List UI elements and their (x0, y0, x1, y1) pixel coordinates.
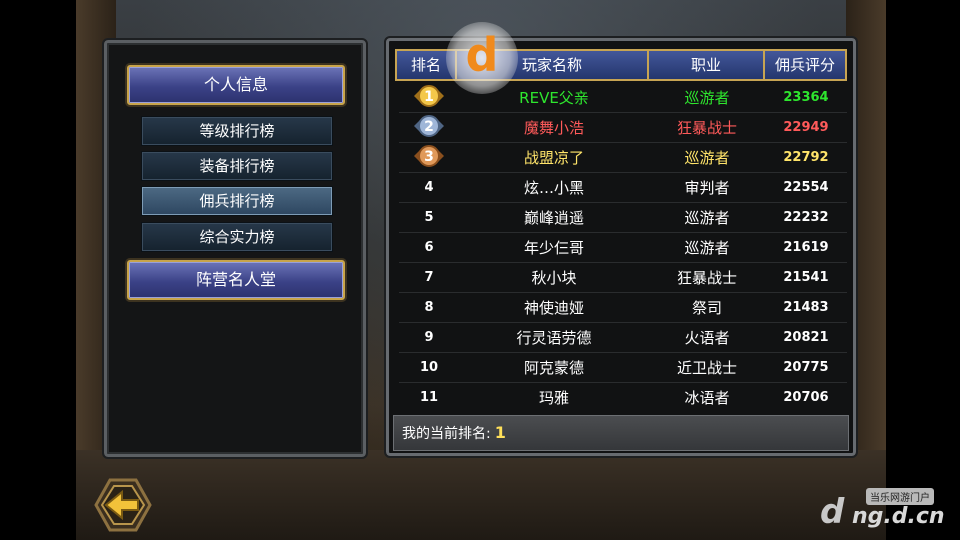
job-cell: 巡游者 (684, 89, 730, 107)
job-cell: 狂暴战士 (676, 269, 737, 287)
score-cell: 23364 (783, 90, 829, 105)
svg-text:1: 1 (424, 89, 434, 105)
svg-text:3: 3 (424, 149, 434, 165)
score-cell: 20775 (783, 360, 829, 375)
player-name-cell: 玛雅 (538, 389, 569, 407)
my-rank-label: 我的当前排名: (402, 426, 491, 442)
player-name-cell: 战盟凉了 (523, 149, 584, 167)
rank-medal-icon: 2 (412, 114, 446, 137)
rank-cell: 1 (399, 84, 459, 111)
job-cell: 冰语者 (684, 389, 730, 407)
job-cell: 巡游者 (684, 239, 730, 257)
player-name-cell: 年少仨哥 (523, 239, 584, 257)
score-cell: 21483 (783, 300, 829, 315)
merc-rank-tab[interactable]: 佣兵排行榜 (141, 186, 333, 216)
back-arrow-button[interactable] (92, 476, 154, 534)
personal-info-button[interactable]: 个人信息 (127, 65, 345, 105)
table-row[interactable]: 7 秋小块 狂暴战士 21541 (399, 263, 847, 293)
table-row[interactable]: 2 魔舞小浩 狂暴战士 22949 (399, 113, 847, 143)
job-cell: 狂暴战士 (676, 119, 737, 137)
rank-cell: 11 (419, 390, 439, 405)
rank-medal-icon: 1 (412, 84, 446, 107)
site-logo-icon: d (446, 22, 518, 94)
header-job: 职业 (649, 51, 765, 79)
player-name-cell: 阿克蒙德 (523, 359, 584, 377)
player-name-cell: 巅峰逍遥 (523, 209, 584, 227)
score-cell: 20821 (783, 330, 829, 345)
watermark-tag: 当乐网游门户 (866, 488, 934, 505)
hall-of-fame-button[interactable]: 阵营名人堂 (127, 260, 345, 300)
table-row[interactable]: 5 巅峰逍遥 巡游者 22232 (399, 203, 847, 233)
score-cell: 20706 (783, 390, 829, 405)
table-row[interactable]: 11 玛雅 冰语者 20706 (399, 383, 847, 411)
score-cell: 22554 (783, 180, 829, 195)
table-row[interactable]: 6 年少仨哥 巡游者 21619 (399, 233, 847, 263)
svg-text:2: 2 (424, 119, 434, 135)
score-cell: 22949 (783, 120, 829, 135)
equip-rank-tab[interactable]: 装备排行榜 (141, 151, 333, 181)
job-cell: 审判者 (684, 179, 730, 197)
job-cell: 巡游者 (684, 149, 730, 167)
player-name-cell: 炫…小黑 (523, 179, 584, 197)
job-cell: 祭司 (691, 299, 722, 317)
rank-cell: 9 (424, 330, 434, 345)
player-name-cell: 神使迪娅 (523, 299, 584, 317)
rank-medal-icon: 3 (412, 144, 446, 167)
player-name-cell: 魔舞小浩 (523, 119, 584, 137)
watermark-d-icon: d (820, 492, 845, 532)
table-row[interactable]: 3 战盟凉了 巡游者 22792 (399, 143, 847, 173)
job-cell: 巡游者 (684, 209, 730, 227)
background-ground (76, 450, 886, 540)
player-name-cell: 行灵语劳德 (516, 329, 592, 347)
job-cell: 火语者 (684, 329, 730, 347)
rank-cell: 3 (399, 144, 459, 171)
rank-cell: 4 (424, 180, 434, 195)
watermark-url: ng.d.cn (852, 504, 945, 529)
my-rank-bar: 我的当前排名: 1 (393, 415, 849, 451)
score-cell: 22792 (783, 150, 829, 165)
watermark: d 当乐网游门户 ng.d.cn (816, 486, 946, 536)
ranking-list[interactable]: 1 REVE父亲 巡游者 23364 2 魔舞小浩 狂暴战士 22949 3 战盟凉了 巡游者 227… (399, 83, 847, 411)
table-row[interactable]: 10 阿克蒙德 近卫战士 20775 (399, 353, 847, 383)
rank-cell: 6 (424, 240, 434, 255)
table-row[interactable]: 9 行灵语劳德 火语者 20821 (399, 323, 847, 353)
rank-cell: 8 (424, 300, 434, 315)
header-merc-score: 佣兵评分 (765, 51, 845, 79)
job-cell: 近卫战士 (676, 359, 737, 377)
score-cell: 21619 (783, 240, 829, 255)
rank-cell: 7 (424, 270, 434, 285)
ranking-table-panel: 排名 玩家名称 职业 佣兵评分 1 REVE父亲 巡游者 23364 2 魔舞小浩 狂暴战士… (384, 36, 858, 458)
ranking-menu-panel: 个人信息 等级排行榜 装备排行榜 佣兵排行榜 综合实力榜 阵营名人堂 (102, 38, 368, 459)
back-arrow-icon (94, 478, 152, 532)
rank-cell: 10 (419, 360, 439, 375)
my-rank-value: 1 (494, 423, 506, 442)
score-cell: 22232 (783, 210, 829, 225)
rank-cell: 2 (399, 114, 459, 141)
level-rank-tab[interactable]: 等级排行榜 (141, 116, 333, 146)
score-cell: 21541 (783, 270, 829, 285)
power-rank-tab[interactable]: 综合实力榜 (141, 222, 333, 252)
rank-cell: 5 (424, 210, 434, 225)
table-row[interactable]: 8 神使迪娅 祭司 21483 (399, 293, 847, 323)
table-row[interactable]: 4 炫…小黑 审判者 22554 (399, 173, 847, 203)
player-name-cell: 秋小块 (531, 269, 577, 287)
